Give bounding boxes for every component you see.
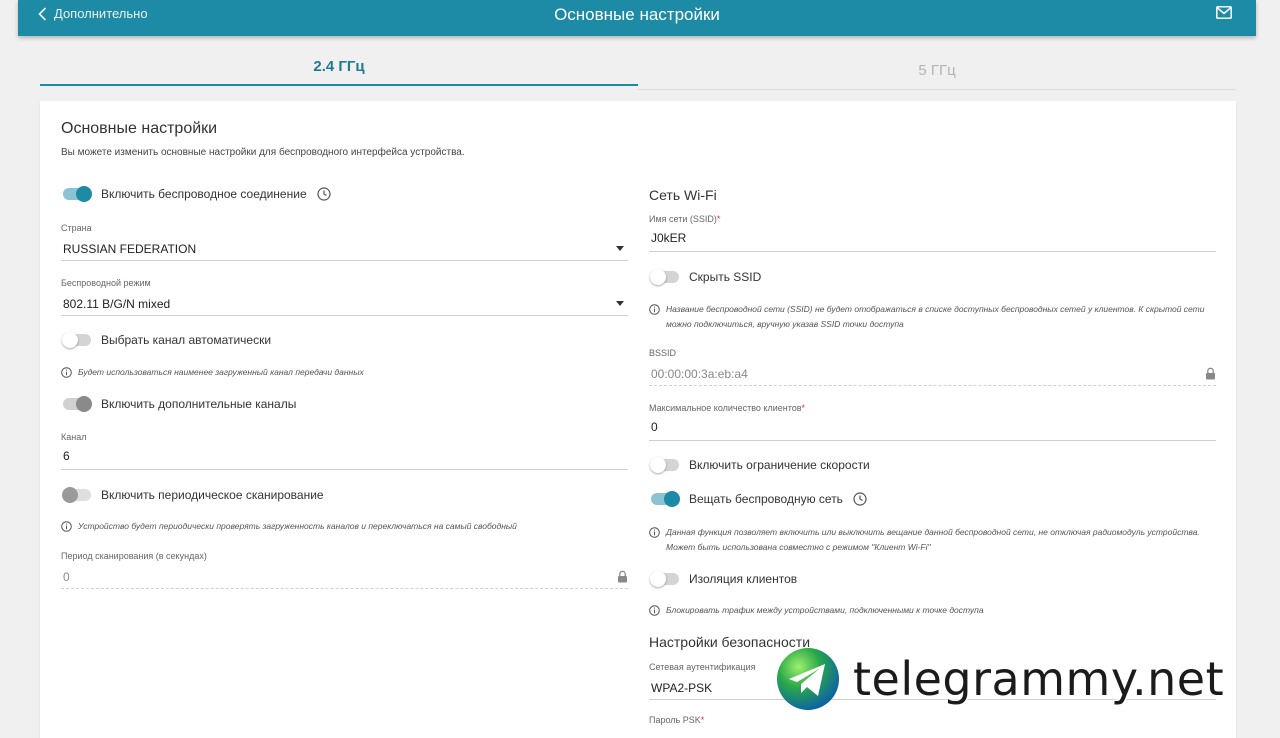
info-icon (61, 521, 72, 532)
country-value: RUSSIAN FEDERATION (63, 241, 197, 256)
broadcast-hint-line2: Может быть использована совместно с режи… (666, 542, 931, 552)
country-label: Страна (61, 223, 92, 233)
watermark-text: telegrammy.net (853, 652, 1225, 706)
extra-channels-row: Включить дополнительные каналы (63, 396, 297, 412)
country-select[interactable]: RUSSIAN FEDERATION (61, 237, 628, 261)
speed-limit-row: Включить ограничение скорости (650, 457, 870, 473)
max-clients-label: Максимальное количество клиентов* (649, 403, 806, 413)
channel-input[interactable]: 6 (61, 446, 628, 470)
mail-icon[interactable] (1216, 6, 1232, 19)
auto-channel-hint: Будет использоваться наименее загруженны… (61, 365, 628, 380)
isolation-label: Изоляция клиентов (689, 572, 798, 586)
broadcast-hint: Данная функция позволяет включить или вы… (649, 525, 1229, 555)
hide-ssid-hint-line1: Название беспроводной сети (SSID) не буд… (666, 304, 1205, 314)
auth-value: WPA2-PSK (651, 680, 713, 695)
scan-period-field: Период сканирования (в секундах) 0 (61, 551, 628, 589)
auto-channel-hint-text: Будет использоваться наименее загруженны… (78, 367, 364, 377)
isolation-hint: Блокировать трафик между устройствами, п… (649, 603, 1229, 618)
broadcast-hint-line1: Данная функция позволяет включить или вы… (666, 527, 1200, 537)
tab-2-4-ghz[interactable]: 2.4 ГГц (40, 48, 638, 86)
scan-period-label: Период сканирования (в секундах) (61, 551, 207, 561)
tab-5-ghz[interactable]: 5 ГГц (638, 52, 1236, 90)
hide-ssid-row: Скрыть SSID (650, 269, 762, 285)
dropdown-caret-icon (616, 246, 624, 251)
info-icon (649, 605, 660, 616)
isolation-toggle[interactable] (650, 571, 679, 587)
watermark: telegrammy.net (775, 645, 1224, 713)
periodic-scan-hint-text: Устройство будет периодически проверять … (78, 521, 517, 531)
band-tabs: 2.4 ГГц 5 ГГц (40, 48, 1236, 90)
enable-wireless-label: Включить беспроводное соединение (101, 187, 307, 201)
bssid-field: BSSID 00:00:00:3a:eb:a4 (649, 348, 1216, 386)
periodic-scan-hint: Устройство будет периодически проверять … (61, 519, 628, 534)
broadcast-label: Вещать беспроводную сеть (689, 492, 843, 506)
bssid-value: 00:00:00:3a:eb:a4 (651, 366, 748, 381)
periodic-scan-row: Включить периодическое сканирование (62, 487, 324, 503)
settings-card: Основные настройки Вы можете изменить ос… (40, 101, 1236, 738)
ssid-input[interactable]: J0kER (649, 228, 1216, 252)
broadcast-row: Вещать беспроводную сеть (651, 491, 867, 507)
periodic-scan-toggle[interactable] (62, 487, 91, 503)
auto-channel-row: Выбрать канал автоматически (62, 332, 272, 348)
lock-icon (1206, 367, 1215, 380)
info-icon (649, 304, 660, 315)
enable-wireless-row: Включить беспроводное соединение (63, 186, 331, 202)
broadcast-toggle[interactable] (651, 491, 680, 507)
info-icon (61, 367, 72, 378)
top-bar: Дополнительно Основные настройки (18, 0, 1256, 36)
isolation-row: Изоляция клиентов (650, 571, 798, 587)
lock-icon (618, 570, 627, 583)
bssid-input: 00:00:00:3a:eb:a4 (649, 362, 1216, 386)
wireless-mode-label: Беспроводной режим (61, 278, 151, 288)
psk-field: Пароль PSK* (649, 715, 1216, 725)
hide-ssid-hint-line2: можно подключиться, вручную указав SSID … (666, 319, 904, 329)
periodic-scan-label: Включить периодическое сканирование (101, 488, 324, 502)
isolation-hint-text: Блокировать трафик между устройствами, п… (666, 605, 984, 615)
wifi-heading: Сеть Wi-Fi (649, 187, 717, 203)
hide-ssid-toggle[interactable] (650, 269, 679, 285)
max-clients-input[interactable]: 0 (649, 417, 1216, 441)
page-title: Основные настройки (554, 5, 720, 24)
enable-wireless-toggle[interactable] (63, 186, 92, 202)
max-clients-field: Максимальное количество клиентов* 0 (649, 403, 1216, 441)
speed-limit-toggle[interactable] (650, 457, 679, 473)
speed-limit-label: Включить ограничение скорости (689, 458, 870, 472)
auto-channel-toggle[interactable] (62, 332, 91, 348)
hide-ssid-label: Скрыть SSID (689, 270, 762, 284)
card-description: Вы можете изменить основные настройки дл… (61, 147, 465, 158)
country-field: Страна RUSSIAN FEDERATION (61, 223, 628, 261)
scan-period-value: 0 (63, 569, 70, 584)
ssid-label: Имя сети (SSID)* (649, 214, 721, 224)
card-title: Основные настройки (61, 120, 218, 137)
channel-field: Канал 6 (61, 432, 628, 470)
clock-icon[interactable] (317, 187, 331, 201)
wireless-mode-select[interactable]: 802.11 B/G/N mixed (61, 292, 628, 316)
dropdown-caret-icon (616, 301, 624, 306)
info-icon (649, 527, 660, 538)
bssid-label: BSSID (649, 348, 677, 358)
clock-icon[interactable] (853, 492, 867, 506)
wireless-mode-field: Беспроводной режим 802.11 B/G/N mixed (61, 278, 628, 316)
extra-channels-toggle[interactable] (63, 396, 92, 412)
ssid-field: Имя сети (SSID)* J0kER (649, 214, 1216, 252)
scan-period-input: 0 (61, 565, 628, 589)
hide-ssid-hint: Название беспроводной сети (SSID) не буд… (649, 302, 1229, 332)
channel-label: Канал (61, 432, 87, 442)
wireless-mode-value: 802.11 B/G/N mixed (63, 296, 171, 311)
psk-label: Пароль PSK* (649, 715, 705, 725)
auto-channel-label: Выбрать канал автоматически (101, 333, 272, 347)
extra-channels-label: Включить дополнительные каналы (101, 397, 297, 411)
telegram-logo-icon (777, 648, 839, 710)
